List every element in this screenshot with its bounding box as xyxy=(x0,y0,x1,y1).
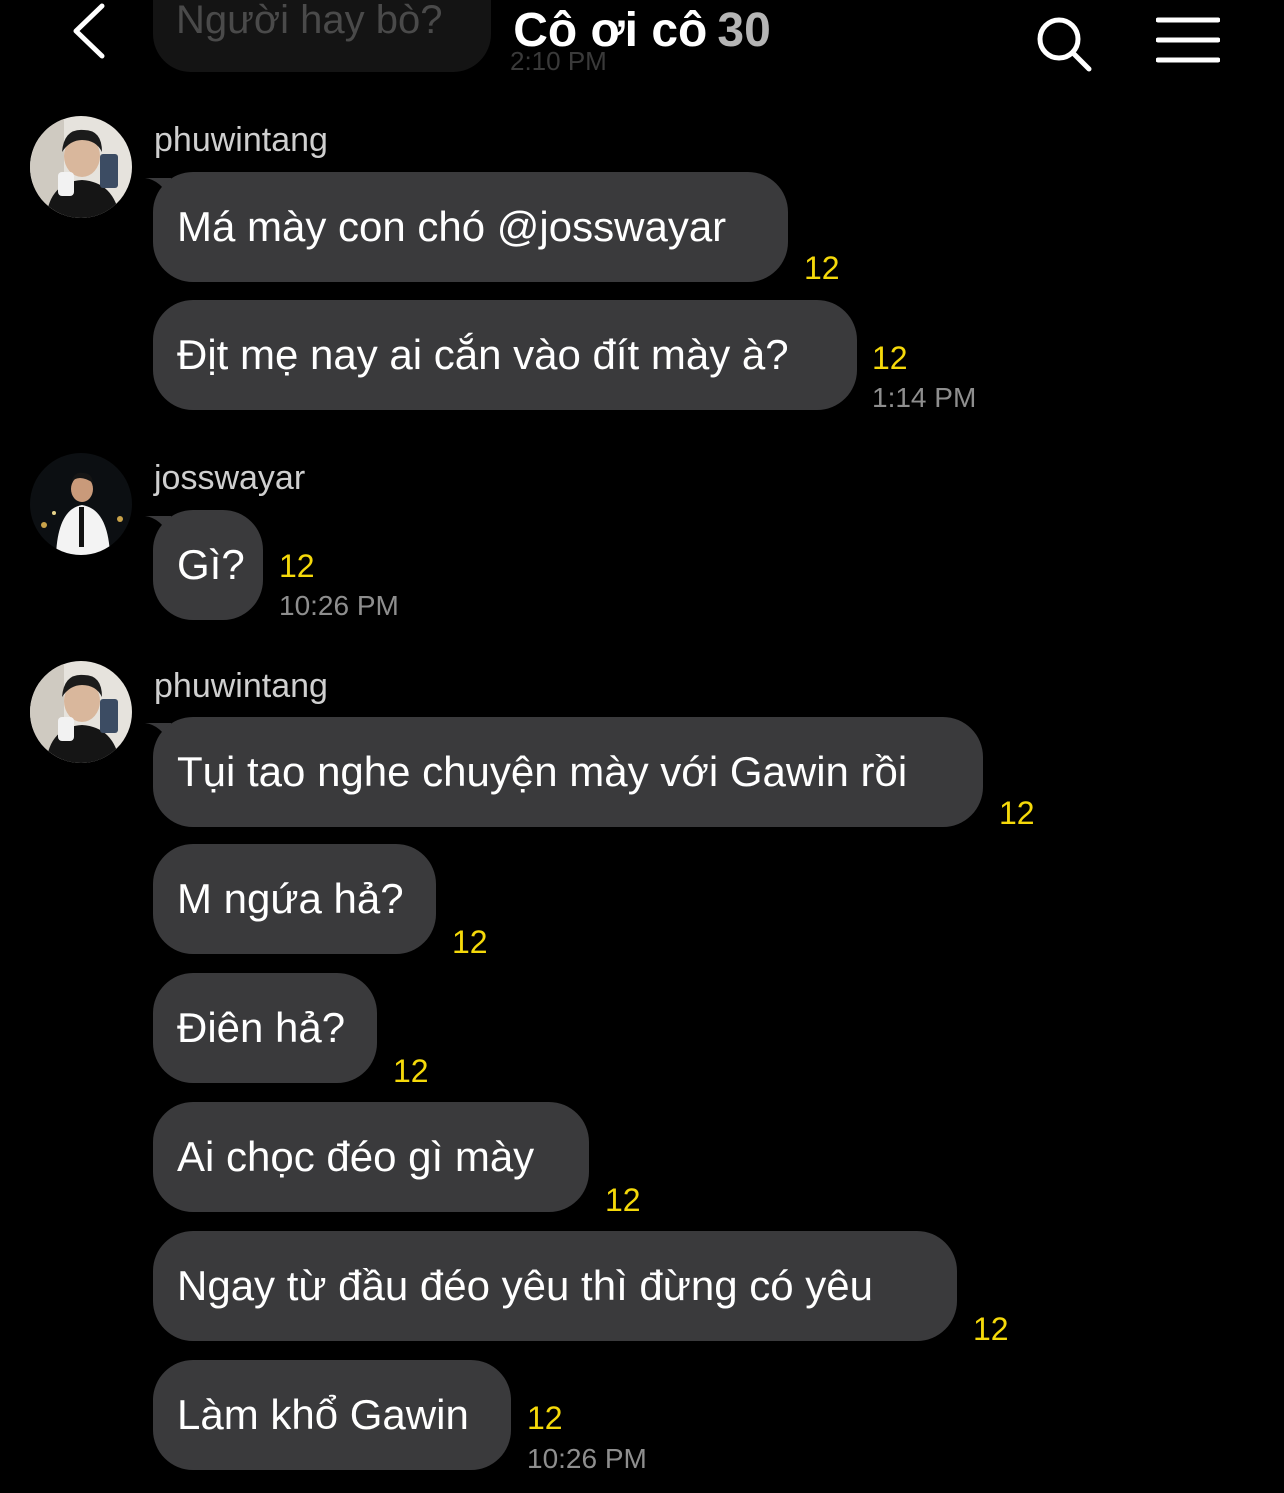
sender-name: josswayar xyxy=(154,459,306,497)
group-name: Cô ơi cô xyxy=(513,4,708,57)
message-bubble[interactable]: Má mày con chó @josswayar xyxy=(153,172,788,282)
seen-count: 12 xyxy=(279,548,315,584)
message-bubble[interactable]: M ngứa hả? xyxy=(153,844,436,954)
message-bubble[interactable]: Tụi tao nghe chuyện mày với Gawin rồi xyxy=(153,717,983,827)
avatar-phuwintang[interactable] xyxy=(30,661,132,763)
seen-count: 12 xyxy=(804,250,840,286)
member-count: 30 xyxy=(717,4,771,57)
message-bubble[interactable]: Địt mẹ nay ai cắn vào đít mày à? xyxy=(153,300,857,410)
search-icon[interactable] xyxy=(1034,14,1094,74)
avatar-photo xyxy=(30,661,132,763)
seen-count: 12 xyxy=(872,340,908,376)
menu-icon[interactable] xyxy=(1156,16,1220,64)
seen-count: 12 xyxy=(973,1311,1009,1347)
message-time: 10:26 PM xyxy=(527,1443,647,1474)
seen-count: 12 xyxy=(527,1400,563,1436)
message-bubble[interactable]: Điên hả? xyxy=(153,973,377,1083)
message-bubble[interactable]: Làm khổ Gawin xyxy=(153,1360,511,1470)
avatar-photo xyxy=(30,116,132,218)
message-time: 1:14 PM xyxy=(872,382,977,413)
sender-name: phuwintang xyxy=(154,667,328,705)
message-bubble[interactable]: Ngay từ đầu đéo yêu thì đừng có yêu xyxy=(153,1231,957,1341)
avatar-phuwintang[interactable] xyxy=(30,116,132,218)
message-bubble[interactable]: Ai chọc đéo gì mày xyxy=(153,1102,589,1212)
message-bubble[interactable]: Gì? xyxy=(153,510,263,620)
seen-count: 12 xyxy=(452,924,488,960)
chat-header: Cô ơi cô 30 xyxy=(0,0,1284,72)
seen-count: 12 xyxy=(393,1053,429,1089)
message-time: 10:26 PM xyxy=(279,590,399,621)
seen-count: 12 xyxy=(999,795,1035,831)
avatar-photo xyxy=(30,453,132,555)
seen-count: 12 xyxy=(605,1182,641,1218)
avatar-josswayar[interactable] xyxy=(30,453,132,555)
sender-name: phuwintang xyxy=(154,121,328,159)
